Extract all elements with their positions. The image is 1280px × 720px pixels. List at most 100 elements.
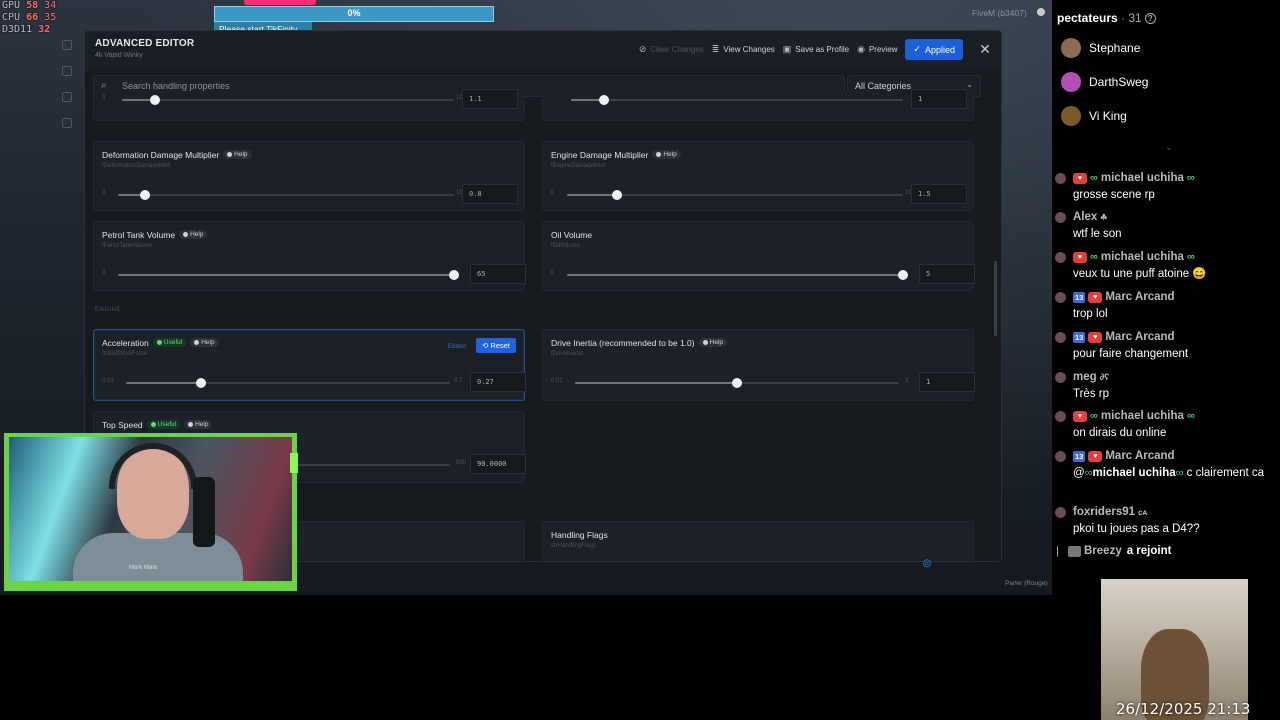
avatar [1055,173,1066,184]
property-card-acceleration: Acceleration Useful Help fInitialDriveForc… [93,329,526,401]
value-field[interactable]: 1 [919,372,975,392]
help-tag[interactable]: Help [652,150,681,159]
search-icon: ⌕ [101,80,107,91]
value-field[interactable]: 65 [470,264,526,284]
slider-track[interactable] [118,270,459,280]
slider-track[interactable] [567,190,903,200]
slider-thumb[interactable] [139,190,150,200]
slider-track[interactable] [571,95,903,105]
property-card-handling-flags: Handling Flags strHandlingFlags [542,521,974,561]
slider-thumb[interactable] [898,270,908,280]
preview-button[interactable]: ◉ Preview [857,44,897,55]
save-profile-button[interactable]: ▣ Save as Profile [783,44,849,55]
scrollbar[interactable] [994,261,997,336]
webcam-overlay: Mark Mate [4,433,298,591]
help-icon[interactable]: ? [1144,13,1156,24]
avatar [1055,212,1066,223]
avatar [1055,252,1066,263]
reset-button[interactable]: ⟲ Reset [476,338,516,353]
game-build-label: FiveM (b3407) [972,8,1027,18]
tool-icon[interactable] [62,66,72,76]
close-icon[interactable]: ✕ [977,41,993,58]
value-field[interactable]: 0.8 [462,184,518,204]
slider-thumb[interactable] [612,190,623,200]
value-field[interactable]: 1.1 [462,89,518,109]
value-field[interactable]: 90.0000 [470,454,526,474]
editor-subtitle: 4k Vapid Winky [95,52,143,59]
slider-thumb[interactable] [449,270,459,280]
property-card-oil-volume: Oil Volume fOilVolume 0 5 [542,221,975,291]
menu-icon[interactable] [62,40,72,50]
heart-badge-icon: ♥ [1088,331,1103,343]
game-icon: ⊜ [922,556,933,570]
timestamp: 26/12/2025 21:13 [1116,700,1251,718]
tikfinity-progress-bar: 0% [214,6,494,22]
avatar [1061,38,1081,58]
clear-changes-button[interactable]: ⊘ Clear Changes [639,44,704,55]
slider-track[interactable] [122,95,454,105]
side-toolbar [62,40,78,144]
help-tag[interactable]: Help [184,420,213,429]
section-label-engine: ENGINE [95,307,122,313]
slider-track[interactable] [575,378,899,388]
secondary-webcam [1101,579,1248,720]
value-field[interactable]: 1.5 [911,184,967,204]
edited-label: Edited [447,343,466,350]
editor-header: ADVANCED EDITOR 4k Vapid Winky ⊘ Clear Ch… [85,31,1001,69]
property-card-engine-damage: Engine Damage Multiplier Help fEngineDama… [542,141,974,211]
chevron-down-icon: ⌄ [966,80,973,89]
slider-track[interactable] [126,378,450,388]
property-card-drive-inertia: Drive Inertia (recommended to be 1.0) Hel… [542,329,975,401]
history-icon[interactable] [62,92,72,102]
property-card-top-left: 0 10 1.1 [93,89,525,121]
value-field[interactable]: 0.27 [470,372,526,392]
avatar [1055,332,1066,343]
value-field[interactable]: 5 [919,264,975,284]
help-tag[interactable]: Help [223,150,252,159]
view-changes-button[interactable]: ≣ View Changes [712,44,775,55]
avatar [1055,372,1066,383]
property-card-deformation: Deformation Damage Multiplier Help fDefor… [93,141,525,211]
help-tag[interactable]: Help [698,338,727,347]
slider-thumb[interactable] [599,95,610,105]
slider-thumb[interactable] [150,95,161,105]
save-icon: ▣ [782,44,792,54]
stream-chat: pectateurs · 31? Stephane DarthSweg Vi K… [1052,0,1280,576]
slider-track[interactable] [567,270,908,280]
viewers-header: pectateurs · 31? [1057,11,1156,25]
avatar [1055,292,1066,303]
heart-badge-icon: ♥ [1073,251,1087,263]
status-dot [1037,8,1045,16]
viewer-item[interactable]: DarthSweg [1061,72,1148,92]
viewer-item[interactable]: Vi King [1061,106,1127,126]
webcam-feed: Mark Mate [9,437,292,581]
applied-button[interactable]: ✓ Applied [905,39,963,60]
help-tag[interactable]: Help [179,230,208,239]
tikfinity-progress-text: 0% [347,8,361,18]
document-icon[interactable] [62,118,72,128]
clear-icon: ⊘ [638,44,647,54]
slider-thumb[interactable] [732,378,742,388]
property-card-petrol-tank: Petrol Tank Volume Help fPetrolTankVolume… [93,221,526,291]
avatar [1055,451,1066,462]
avatar [1055,507,1066,518]
chevron-down-icon[interactable]: ⌄ [1165,142,1173,153]
heart-badge-icon: ♥ [1073,410,1087,422]
sub-badge: 13 [1073,450,1086,462]
help-tag[interactable]: Help [190,338,219,347]
heart-badge-icon: ♥ [1088,291,1103,303]
heart-badge-icon: ♥ [1088,450,1103,462]
editor-title: ADVANCED EDITOR [95,38,195,49]
value-field[interactable]: 1 [911,89,967,109]
viewer-item[interactable]: Stephane [1061,38,1140,58]
slider-thumb[interactable] [195,378,206,388]
webcam-caption: Mark Mate [129,565,158,571]
slider-track[interactable] [118,190,454,200]
check-icon: ✓ [913,44,921,54]
useful-tag: Useful [146,420,181,429]
performance-overlay: GPU 58 34 CPU 66 35 D3D11 32 [2,0,57,35]
tikfinity-accent [244,0,316,5]
avatar [1055,411,1066,422]
avatar [1061,72,1081,92]
list-icon: ≣ [711,44,720,54]
